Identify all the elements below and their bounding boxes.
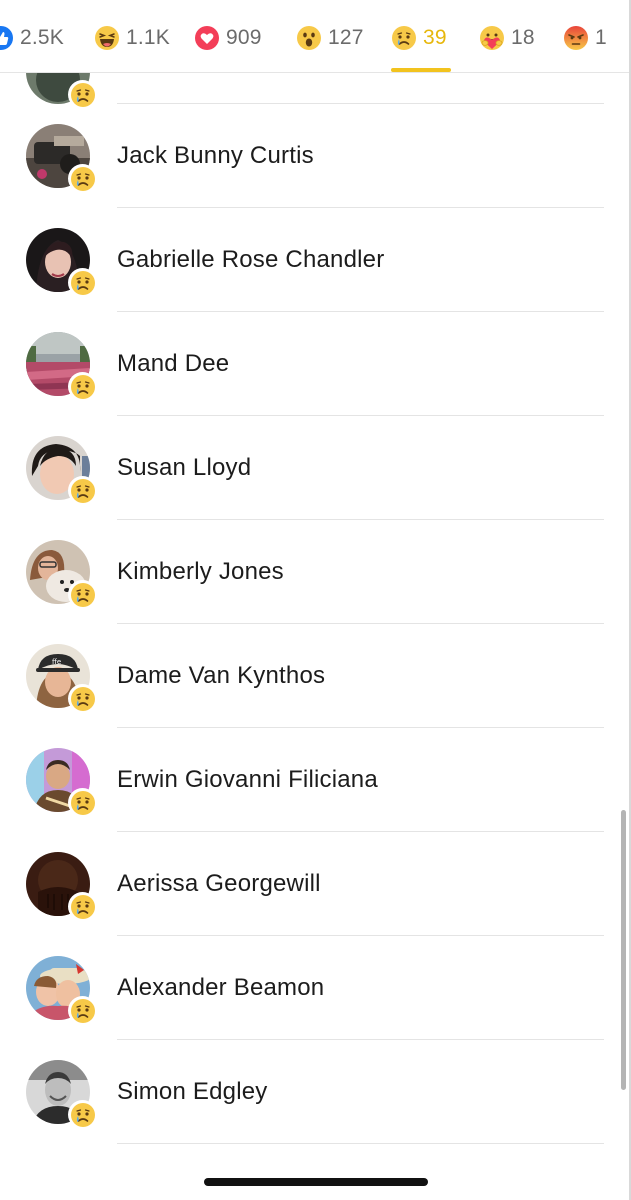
avatar-container: ffe — [26, 644, 98, 716]
person-name: Simon Edgley — [117, 1078, 268, 1105]
sad-reaction-badge — [68, 996, 97, 1025]
list-item[interactable]: Simon Edgley — [0, 1040, 629, 1144]
avatar-container — [26, 956, 98, 1028]
home-indicator[interactable] — [204, 1178, 428, 1186]
love-icon — [194, 25, 220, 51]
sad-icon — [70, 582, 95, 607]
avatar-container — [26, 748, 98, 820]
person-name: Mand Dee — [117, 350, 230, 377]
person-name: Jack Bunny Curtis — [117, 142, 314, 169]
avatar-container — [26, 1060, 98, 1132]
care-icon — [479, 25, 505, 51]
tab-like[interactable]: 2.5K — [0, 18, 64, 58]
avatar-container — [26, 228, 98, 300]
list-item[interactable]: Aerissa Georgewill — [0, 832, 629, 936]
list-item[interactable]: Erwin Giovanni Filiciana — [0, 728, 629, 832]
list-item[interactable]: Alexander Beamon — [0, 936, 629, 1040]
angry-icon — [563, 25, 589, 51]
avatar-container — [26, 852, 98, 924]
svg-text:ffe: ffe — [52, 658, 61, 666]
tab-care[interactable]: 18 — [479, 18, 535, 58]
sad-icon — [70, 270, 95, 295]
sad-reaction-badge — [68, 1100, 97, 1129]
tab-count: 1.1K — [126, 26, 170, 49]
avatar-container — [26, 332, 98, 404]
sad-icon — [70, 374, 95, 399]
sad-icon — [70, 478, 95, 503]
person-name: Alexander Beamon — [117, 974, 325, 1001]
tab-haha[interactable]: 1.1K — [94, 18, 170, 58]
list-item[interactable]: ffe Dame Van Kynthos — [0, 624, 629, 728]
haha-icon — [94, 25, 120, 51]
sad-reaction-badge — [68, 164, 97, 193]
person-name: Kimberly Jones — [117, 558, 284, 585]
active-tab-indicator — [391, 68, 451, 72]
tab-count: 127 — [328, 26, 364, 49]
sad-reaction-badge — [68, 580, 97, 609]
sad-reaction-badge — [68, 892, 97, 921]
sad-icon — [70, 998, 95, 1023]
person-name: Aerissa Georgewill — [117, 870, 321, 897]
tab-count: 39 — [423, 26, 447, 49]
tab-angry[interactable]: 1 — [563, 18, 607, 58]
list-item[interactable]: Jack Bunny Curtis — [0, 104, 629, 208]
avatar-container — [26, 436, 98, 508]
reactions-screen: Jack Bunny Curtis Gabrielle Rose Chandle… — [0, 0, 631, 1200]
scrollbar[interactable] — [621, 810, 626, 1090]
tab-sad[interactable]: 39 — [391, 18, 447, 58]
reaction-tabs-bar: 2.5K 1.1K 909 127 39 18 1 — [0, 0, 629, 73]
list-item[interactable]: Kimberly Jones — [0, 520, 629, 624]
sad-reaction-badge — [68, 372, 97, 401]
sad-reaction-badge — [68, 788, 97, 817]
tab-count: 909 — [226, 26, 262, 49]
sad-icon — [70, 894, 95, 919]
person-name: Gabrielle Rose Chandler — [117, 246, 385, 273]
sad-icon — [70, 1102, 95, 1127]
tab-love[interactable]: 909 — [194, 18, 262, 58]
list-item[interactable]: Susan Lloyd — [0, 416, 629, 520]
avatar-container — [26, 540, 98, 612]
sad-icon — [70, 790, 95, 815]
sad-icon — [70, 166, 95, 191]
list-item[interactable]: Mand Dee — [0, 312, 629, 416]
tab-count: 18 — [511, 26, 535, 49]
person-name: Susan Lloyd — [117, 454, 252, 481]
sad-reaction-badge — [68, 684, 97, 713]
person-name: Dame Van Kynthos — [117, 662, 326, 689]
sad-reaction-badge — [68, 476, 97, 505]
person-name: Erwin Giovanni Filiciana — [117, 766, 378, 793]
tab-count: 2.5K — [20, 26, 64, 49]
wow-icon — [296, 25, 322, 51]
row-divider — [117, 1143, 604, 1144]
like-icon — [0, 25, 14, 51]
tab-count: 1 — [595, 26, 607, 49]
list-item[interactable]: Gabrielle Rose Chandler — [0, 208, 629, 312]
tab-wow[interactable]: 127 — [296, 18, 364, 58]
sad-icon — [391, 25, 417, 51]
sad-icon — [70, 686, 95, 711]
sad-reaction-badge — [68, 268, 97, 297]
avatar-container — [26, 124, 98, 196]
